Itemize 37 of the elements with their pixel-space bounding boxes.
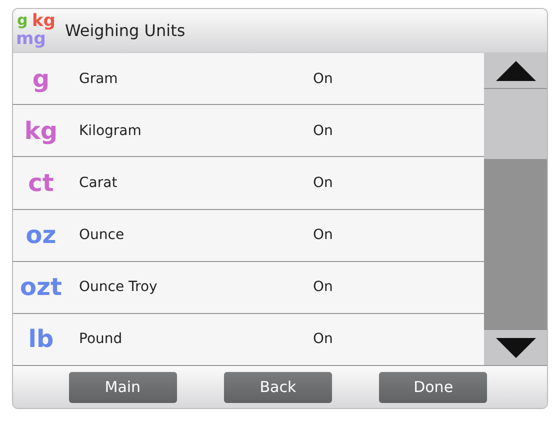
scrollbar[interactable] (484, 53, 547, 365)
unit-name: Carat (79, 174, 118, 191)
down-triangle-icon (496, 338, 536, 358)
unit-status: On (313, 331, 333, 348)
unit-symbol: oz (24, 221, 58, 250)
unit-name: Pound (79, 331, 124, 348)
unit-row[interactable]: kg Kilogram On (13, 105, 484, 158)
unit-status: On (313, 279, 333, 296)
unit-symbol: lb (27, 325, 55, 354)
unit-row[interactable]: lb Pound On (13, 314, 484, 366)
footer-button[interactable]: Back (224, 372, 332, 402)
unit-row[interactable]: oz Ounce On (13, 210, 484, 262)
unit-symbol: ozt (19, 273, 63, 302)
unit-symbol: g (17, 12, 28, 28)
unit-status: On (313, 227, 333, 244)
unit-symbol: mg (16, 30, 46, 48)
unit-name: Ounce Troy (79, 279, 158, 296)
unit-row[interactable]: ct Carat On (13, 157, 484, 210)
unit-status: On (313, 122, 333, 139)
scroll-thumb[interactable] (484, 89, 547, 159)
footer-button[interactable]: Main (68, 372, 177, 402)
unit-row[interactable]: g Gram On (13, 53, 484, 106)
unit-status: On (313, 174, 333, 191)
unit-status: On (313, 70, 333, 87)
scroll-up-button[interactable] (484, 53, 547, 88)
window-title: Weighing Units (65, 21, 186, 40)
unit-name: Ounce (79, 227, 126, 244)
unit-symbol: kg (23, 116, 59, 145)
unit-row[interactable]: ozt Ounce Troy On (13, 262, 484, 314)
unit-name: Kilogram (79, 122, 142, 139)
footer-button[interactable]: Done (379, 372, 488, 402)
scroll-down-button[interactable] (484, 330, 547, 365)
up-triangle-icon (496, 60, 536, 80)
unit-symbol: kg (32, 12, 56, 30)
unit-name: Gram (79, 70, 119, 87)
unit-symbol: ct (27, 168, 55, 197)
unit-symbol: g (31, 64, 51, 93)
